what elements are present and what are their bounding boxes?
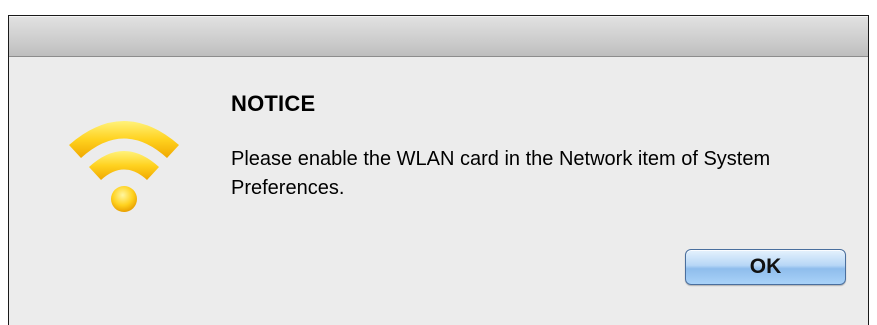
wifi-icon bbox=[59, 87, 189, 217]
window-titlebar[interactable] bbox=[9, 16, 868, 57]
alert-content: NOTICE Please enable the WLAN card in th… bbox=[9, 57, 868, 325]
alert-window: NOTICE Please enable the WLAN card in th… bbox=[8, 15, 869, 325]
alert-title: NOTICE bbox=[231, 91, 316, 116]
ok-button[interactable]: OK bbox=[685, 249, 846, 285]
alert-message: Please enable the WLAN card in the Netwo… bbox=[231, 148, 771, 199]
